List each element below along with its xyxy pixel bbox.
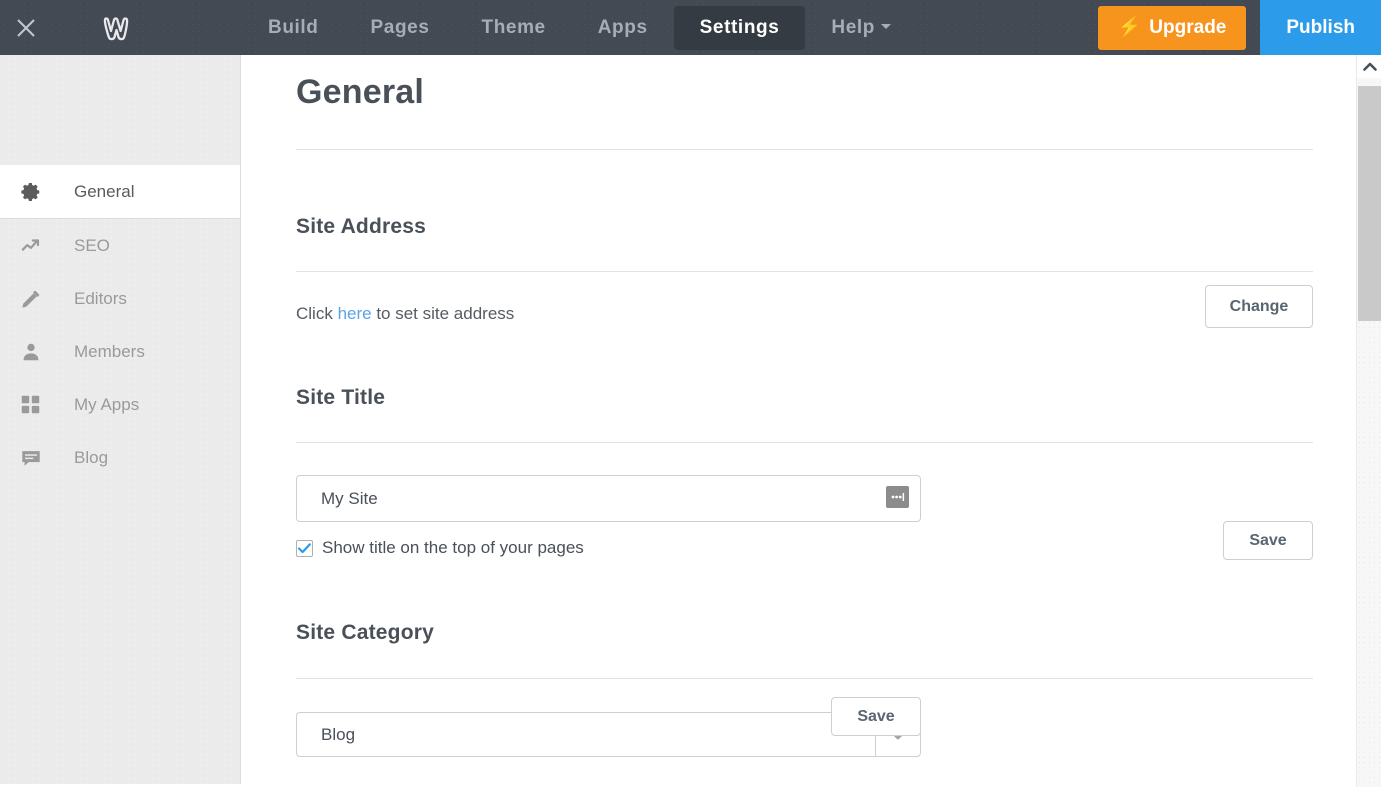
weebly-w-logo: [103, 16, 129, 40]
upgrade-button[interactable]: ⚡ Upgrade: [1097, 5, 1247, 50]
settings-content-inner: General Site Address Click here to set s…: [241, 55, 1356, 787]
site-title-input-wrapper: [296, 475, 921, 522]
site-address-heading: Site Address: [296, 215, 426, 238]
trend-up-icon: [20, 234, 54, 258]
nav-item-theme[interactable]: Theme: [455, 0, 571, 55]
site-address-here-link[interactable]: here: [338, 304, 372, 323]
close-x-icon: [17, 18, 35, 37]
sidebar-item-editors[interactable]: Editors: [0, 272, 240, 325]
show-title-checkbox[interactable]: [296, 539, 313, 557]
sidebar-top-spacer: [0, 55, 240, 166]
site-address-text-before: Click: [296, 304, 338, 323]
site-title-input[interactable]: [296, 475, 921, 522]
person-icon: [20, 340, 54, 364]
gear-icon: [20, 180, 54, 204]
sidebar-item-my-apps-label: My Apps: [74, 394, 140, 414]
close-editor-button[interactable]: [0, 0, 52, 55]
nav-item-help[interactable]: Help: [805, 0, 917, 55]
sidebar-item-blog-label: Blog: [74, 447, 109, 467]
weebly-logo-button[interactable]: [84, 0, 154, 55]
chevron-down-icon: [880, 24, 891, 30]
nav-item-settings[interactable]: Settings: [673, 5, 806, 50]
top-actions: ⚡ Upgrade Publish: [1097, 0, 1381, 55]
sidebar-item-my-apps[interactable]: My Apps: [0, 378, 240, 431]
nav-item-help-label: Help: [831, 17, 875, 38]
lightning-bolt-icon: ⚡: [1117, 17, 1142, 38]
sidebar-item-blog[interactable]: Blog: [0, 431, 240, 484]
settings-sidebar: General SEO Editors Members My Apps Blog: [0, 55, 241, 787]
grid-icon: [20, 393, 54, 417]
divider: [296, 678, 1313, 679]
page-title: General: [296, 73, 425, 111]
nav-item-apps[interactable]: Apps: [572, 0, 674, 55]
save-site-title-button[interactable]: Save: [1223, 521, 1313, 560]
sidebar-item-members[interactable]: Members: [0, 325, 240, 378]
site-category-select[interactable]: Blog: [296, 712, 875, 757]
scrollbar-thumb[interactable]: [1358, 86, 1381, 321]
site-address-text-after: to set site address: [371, 304, 515, 323]
site-address-row: Click here to set site address Change: [296, 285, 1313, 328]
sidebar-item-seo[interactable]: SEO: [0, 219, 240, 272]
show-title-checkbox-label: Show title on the top of your pages: [322, 538, 584, 557]
top-navigation-bar: Build Pages Theme Apps Settings Help ⚡ U…: [0, 0, 1381, 55]
divider: [296, 271, 1313, 272]
sidebar-item-members-label: Members: [74, 341, 145, 361]
sidebar-item-seo-label: SEO: [74, 235, 110, 255]
pencil-icon: [20, 287, 54, 311]
settings-content-panel: General Site Address Click here to set s…: [241, 55, 1356, 787]
publish-button[interactable]: Publish: [1260, 0, 1381, 55]
site-category-select-wrapper: Blog Save: [296, 697, 921, 757]
scroll-up-button[interactable]: [1357, 55, 1381, 78]
main-nav: Build Pages Theme Apps Settings Help: [242, 0, 917, 55]
sidebar-item-editors-label: Editors: [74, 288, 127, 308]
nav-item-pages[interactable]: Pages: [345, 0, 456, 55]
show-title-row: Show title on the top of your pages Save: [296, 521, 1313, 560]
divider: [296, 149, 1313, 150]
site-address-instruction: Click here to set site address: [296, 304, 1313, 324]
checkmark-icon: [298, 542, 311, 553]
chevron-up-icon: [1362, 62, 1377, 71]
save-site-category-button[interactable]: Save: [831, 697, 921, 736]
change-site-address-button[interactable]: Change: [1205, 285, 1313, 328]
divider: [296, 442, 1313, 443]
comment-icon: [20, 446, 54, 470]
site-category-heading: Site Category: [296, 621, 434, 644]
sidebar-item-general[interactable]: General: [0, 165, 240, 219]
upgrade-button-label: Upgrade: [1149, 16, 1227, 38]
ellipsis-box-icon[interactable]: [886, 486, 909, 508]
sidebar-item-general-label: General: [74, 181, 135, 201]
content-scrollbar[interactable]: [1356, 55, 1381, 787]
site-title-heading: Site Title: [296, 386, 386, 409]
nav-item-build[interactable]: Build: [242, 0, 345, 55]
